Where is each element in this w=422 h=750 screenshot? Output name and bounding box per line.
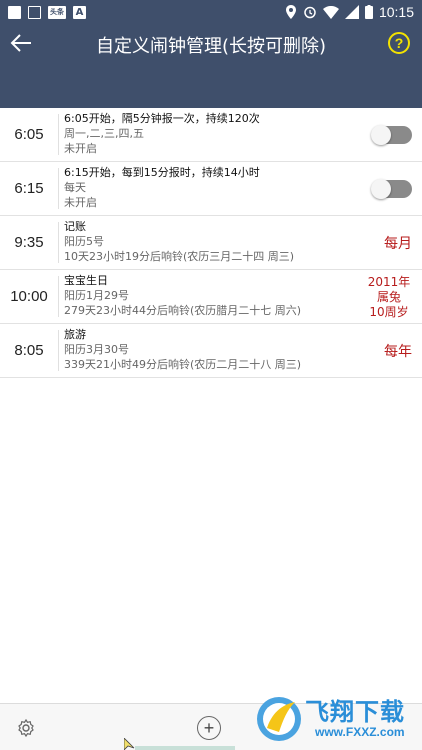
alarm-details: 6:15开始，每到15分报时，持续14小时 每天 未开启	[59, 162, 422, 215]
alarm-row[interactable]: 6:05 6:05开始，隔5分钟报一次，持续120次 周一,二,三,四,五 未开…	[0, 108, 422, 162]
status-time: 10:15	[378, 4, 414, 20]
alarm-time: 9:35	[14, 234, 44, 251]
alarm-title: 记账	[64, 220, 86, 233]
alarm-time: 6:05	[14, 126, 44, 143]
alarm-countdown: 10天23小时19分后响铃(农历三月二十四 周三)	[64, 250, 295, 263]
alarm-toggle[interactable]	[371, 125, 412, 145]
alarm-status: 未开启	[64, 196, 97, 209]
alarm-time: 6:15	[14, 180, 44, 197]
app-bar: 自定义闹钟管理(长按可删除) ?	[0, 24, 422, 108]
gear-icon	[18, 718, 34, 738]
alarm-countdown: 339天21小时49分后响铃(农历二月二十八 周三)	[64, 358, 302, 371]
page-title: 自定义闹钟管理(长按可删除)	[95, 36, 327, 57]
add-alarm-button[interactable]: +	[197, 716, 221, 740]
alarm-row[interactable]: 8:05 旅游 阳历3月30号 339天21小时49分后响铃(农历二月二十八 周…	[0, 324, 422, 378]
alarm-icon	[304, 6, 316, 19]
alarm-toggle[interactable]	[371, 179, 412, 199]
status-bar: 头条 A 10:15	[0, 0, 422, 24]
tag-line: 2011年	[367, 274, 411, 289]
a-letter-icon: A	[73, 5, 86, 19]
alarm-title: 旅游	[64, 328, 86, 341]
watermark-logo-icon	[257, 697, 301, 741]
alarm-status: 未开启	[64, 142, 97, 155]
battery-icon	[364, 5, 373, 19]
alarm-list: 6:05 6:05开始，隔5分钟报一次，持续120次 周一,二,三,四,五 未开…	[0, 108, 422, 378]
location-icon	[285, 5, 296, 19]
toutiao-badge-icon: 头条	[48, 5, 66, 19]
tag-line: 属兔	[376, 289, 401, 304]
alarm-repeat: 阳历3月30号	[64, 343, 129, 356]
alarm-title: 6:05开始，隔5分钟报一次，持续120次	[64, 112, 260, 125]
alarm-details: 6:05开始，隔5分钟报一次，持续120次 周一,二,三,四,五 未开启	[59, 108, 422, 161]
shield-icon	[28, 5, 41, 19]
alarm-row[interactable]: 9:35 记账 阳历5号 10天23小时19分后响铃(农历三月二十四 周三) 每…	[0, 216, 422, 270]
watermark-text: 飞翔下载	[305, 698, 405, 726]
alarm-time: 10:00	[10, 288, 48, 305]
alarm-repeat: 周一,二,三,四,五	[64, 127, 144, 140]
watermark: 飞翔下载 www.FXXZ.com	[255, 690, 415, 748]
alarm-row[interactable]: 10:00 宝宝生日 阳历1月29号 279天23小时44分后响铃(农历腊月二十…	[0, 270, 422, 324]
alarm-time: 8:05	[14, 342, 44, 359]
alarm-title: 6:15开始，每到15分报时，持续14小时	[64, 166, 260, 179]
watermark-url: www.FXXZ.com	[315, 725, 405, 739]
alarm-row[interactable]: 6:15 6:15开始，每到15分报时，持续14小时 每天 未开启	[0, 162, 422, 216]
square-icon	[8, 5, 21, 19]
alarm-frequency-tag: 每月	[384, 236, 412, 252]
alarm-age-tag: 2011年 属兔 10周岁	[366, 275, 412, 320]
alarm-details: 旅游 阳历3月30号 339天21小时49分后响铃(农历二月二十八 周三)	[59, 324, 422, 377]
settings-button[interactable]	[16, 718, 36, 738]
alarm-frequency-tag: 每年	[384, 344, 412, 360]
signal-icon	[344, 5, 359, 19]
bottom-strip	[135, 746, 235, 750]
alarm-repeat: 每天	[64, 181, 86, 194]
alarm-repeat: 阳历5号	[64, 235, 104, 248]
alarm-details: 记账 阳历5号 10天23小时19分后响铃(农历三月二十四 周三)	[59, 216, 422, 269]
wifi-icon	[322, 5, 339, 19]
tag-line: 10周岁	[369, 304, 409, 319]
toggle-knob	[371, 125, 391, 145]
toggle-knob	[371, 179, 391, 199]
help-button[interactable]: ?	[388, 32, 410, 54]
